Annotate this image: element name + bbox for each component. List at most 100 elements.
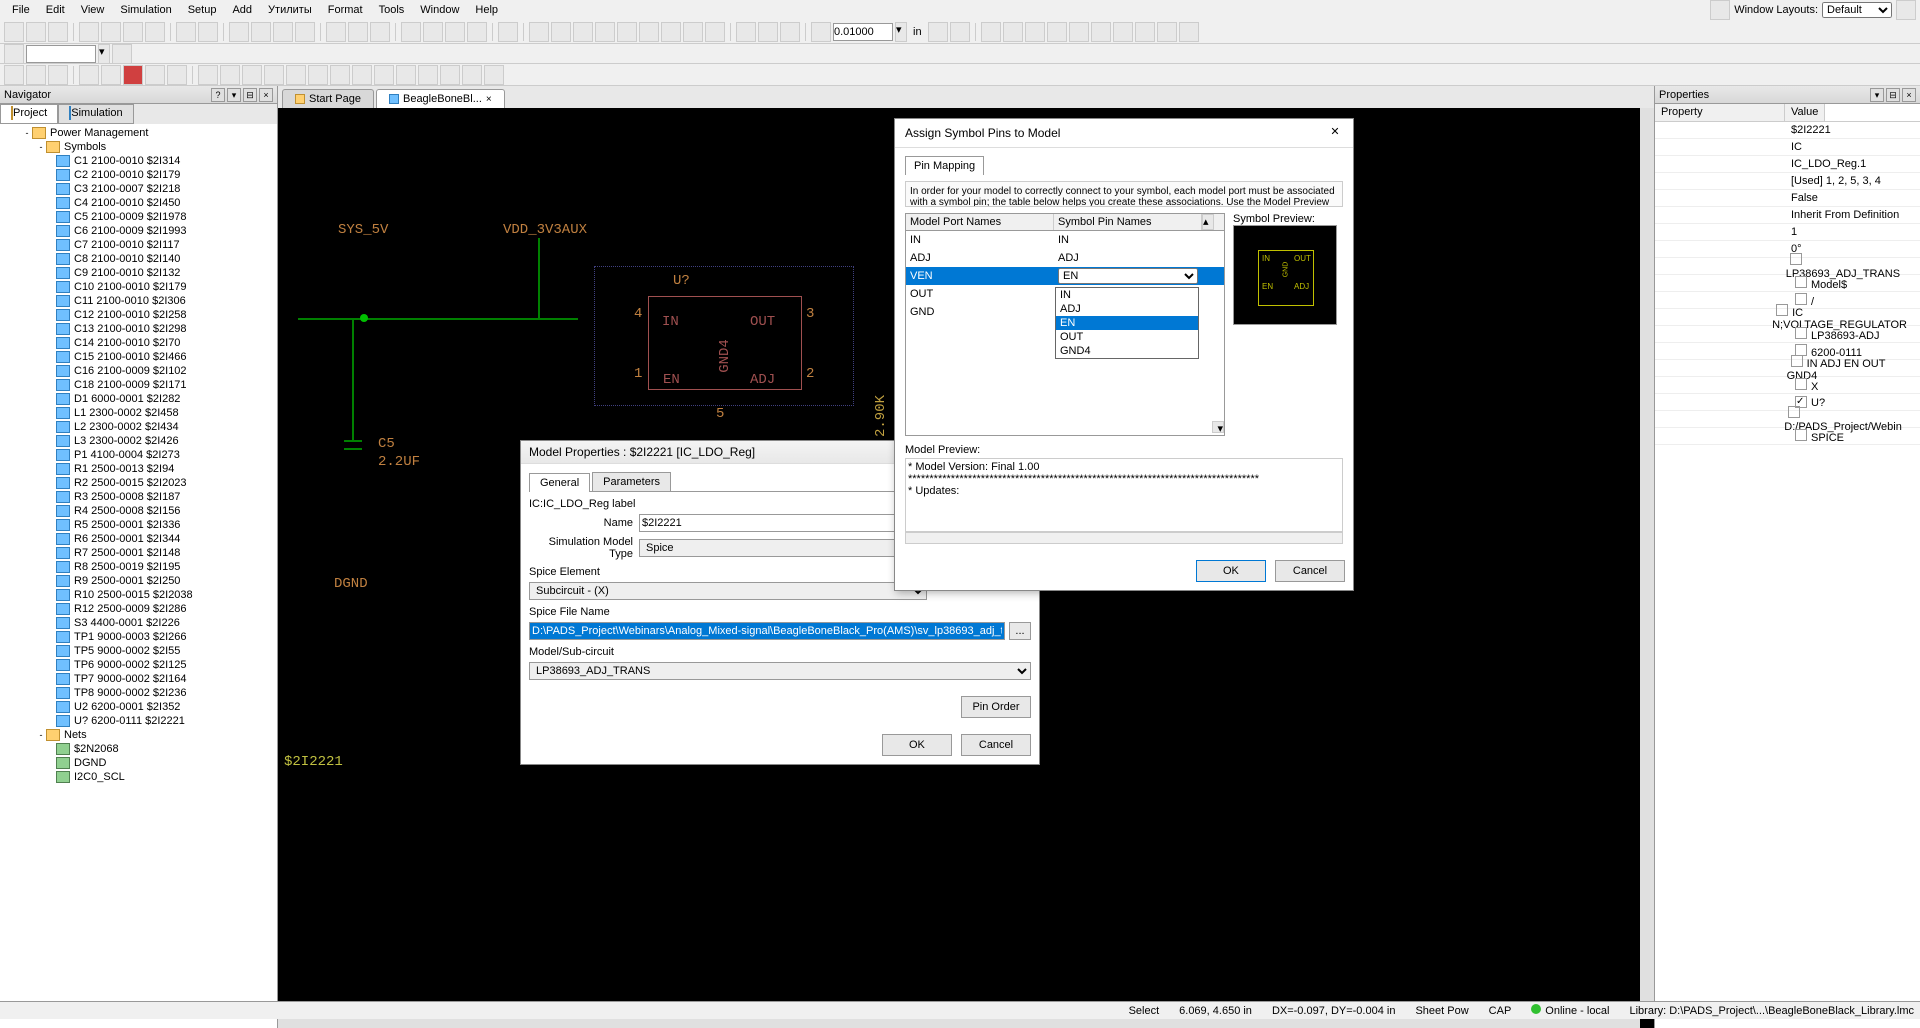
tree-item-32[interactable]: R12 2500-0009 $2I286 [72, 603, 189, 615]
tree-item-27[interactable]: R6 2500-0001 $2I344 [72, 533, 182, 545]
tree-item-29[interactable]: R8 2500-0019 $2I195 [72, 561, 182, 573]
tab-general[interactable]: General [529, 473, 590, 492]
tree-item-40[interactable]: U? 6200-0111 $2I2221 [72, 715, 187, 727]
tb-sim1[interactable] [529, 22, 549, 42]
tb-open[interactable] [26, 22, 46, 42]
tree-item-15[interactable]: C16 2100-0009 $2I102 [72, 365, 189, 377]
symbol-pin-dropdown[interactable]: INADJENOUTGND4 [1055, 287, 1199, 359]
tree-item-17[interactable]: D1 6000-0001 $2I282 [72, 393, 182, 405]
tab-start-page[interactable]: Start Page [282, 89, 374, 108]
tb-align4[interactable] [1047, 22, 1067, 42]
assign-pins-ok[interactable]: OK [1196, 560, 1266, 582]
tbd-circle[interactable] [242, 65, 262, 85]
tb-align1[interactable] [981, 22, 1001, 42]
dd-opt-1[interactable]: ADJ [1056, 302, 1198, 316]
prop-row-12[interactable]: LP38693-ADJ [1655, 326, 1920, 343]
tb-align6[interactable] [1091, 22, 1111, 42]
tree-item-23[interactable]: R2 2500-0015 $2I2023 [72, 477, 189, 489]
tree-item-12[interactable]: C13 2100-0010 $2I298 [72, 323, 189, 335]
menu-file[interactable]: File [4, 2, 38, 18]
prop-chk-17[interactable] [1788, 406, 1800, 418]
menu-simulation[interactable]: Simulation [112, 2, 179, 18]
tb-new[interactable] [4, 22, 24, 42]
prop-row-3[interactable]: [Used] 1, 2, 5, 3, 4 [1655, 173, 1920, 190]
tree-item-19[interactable]: L2 2300-0002 $2I434 [72, 421, 181, 433]
tb-grid-toggle[interactable] [811, 22, 831, 42]
tb-grid-a[interactable] [928, 22, 948, 42]
window-layouts-select[interactable]: Default [1822, 2, 1892, 18]
pin-table-scroll-down[interactable]: ▾ [1212, 421, 1224, 433]
prop-pin[interactable]: ⊟ [1886, 88, 1900, 102]
model-preview-hscroll[interactable] [905, 532, 1343, 544]
tb-grid-b[interactable] [950, 22, 970, 42]
tb-find[interactable] [229, 22, 249, 42]
tbd-stop[interactable] [123, 65, 143, 85]
pin-select-2[interactable]: EN [1058, 268, 1198, 284]
tree-item-21[interactable]: P1 4100-0004 $2I273 [72, 449, 182, 461]
tbd-4[interactable] [145, 65, 165, 85]
menu-help[interactable]: Help [467, 2, 506, 18]
tb-select[interactable] [498, 22, 518, 42]
tb-grid-dd[interactable]: ▾ [895, 22, 907, 42]
spice-elem-select[interactable]: Subcircuit - (X) [529, 582, 927, 600]
tb-sim8[interactable] [683, 22, 703, 42]
tb-align2[interactable] [1003, 22, 1023, 42]
tb-save[interactable] [48, 22, 68, 42]
tab-beaglebone[interactable]: BeagleBoneBl... × [376, 89, 505, 108]
nav-tab-simulation[interactable]: Simulation [58, 104, 133, 124]
tree-item-34[interactable]: TP1 9000-0003 $2I266 [72, 631, 189, 643]
tbd-8[interactable] [352, 65, 372, 85]
menu-view[interactable]: View [73, 2, 113, 18]
tbd-net[interactable] [79, 65, 99, 85]
tbd-6[interactable] [308, 65, 328, 85]
tbd-7[interactable] [330, 65, 350, 85]
nav-drop[interactable]: ▾ [227, 88, 241, 102]
tree-item-38[interactable]: TP8 9000-0002 $2I236 [72, 687, 189, 699]
tbd-line[interactable] [198, 65, 218, 85]
tb-layers[interactable] [370, 22, 390, 42]
tb-rot[interactable] [758, 22, 778, 42]
menu-add[interactable]: Add [224, 2, 260, 18]
tree-item-26[interactable]: R5 2500-0001 $2I336 [72, 519, 182, 531]
tb-copy[interactable] [123, 22, 143, 42]
tb2-dd[interactable]: ▾ [98, 44, 110, 64]
tree-item-31[interactable]: R10 2500-0015 $2I2038 [72, 589, 195, 601]
tb-align3[interactable] [1025, 22, 1045, 42]
col-model-port[interactable]: Model Port Names [906, 214, 1054, 230]
tree-item-0[interactable]: C1 2100-0010 $2I314 [72, 155, 182, 167]
prop-chk-8[interactable] [1790, 253, 1802, 265]
tree-net-0[interactable]: $2N2068 [72, 743, 121, 755]
spice-file-input[interactable] [529, 622, 1005, 640]
tb-align9[interactable] [1157, 22, 1177, 42]
tbd-11[interactable] [418, 65, 438, 85]
tb2-a[interactable] [4, 44, 24, 64]
tbd-5[interactable] [167, 65, 187, 85]
tree-item-16[interactable]: C18 2100-0009 $2I171 [72, 379, 189, 391]
tbd-arc[interactable] [220, 65, 240, 85]
pin-table-scroll-up[interactable]: ▴ [1202, 214, 1214, 230]
tb2-search[interactable] [26, 45, 96, 63]
tbd-1[interactable] [4, 65, 24, 85]
tree-item-7[interactable]: C8 2100-0010 $2I140 [72, 253, 182, 265]
tree-symbols[interactable]: Symbols [62, 141, 108, 153]
assign-pins-close[interactable]: ✕ [1327, 125, 1343, 141]
tree-item-25[interactable]: R4 2500-0008 $2I156 [72, 505, 182, 517]
tb-sim6[interactable] [639, 22, 659, 42]
pin-mapping-tab[interactable]: Pin Mapping [905, 156, 984, 175]
tb-cut[interactable] [101, 22, 121, 42]
tbd-2[interactable] [26, 65, 46, 85]
tree-item-5[interactable]: C6 2100-0009 $2I1993 [72, 225, 189, 237]
tbd-rect[interactable] [264, 65, 284, 85]
tb-comp3[interactable] [445, 22, 465, 42]
prop-row-4[interactable]: False [1655, 190, 1920, 207]
tree-item-2[interactable]: C3 2100-0007 $2I218 [72, 183, 182, 195]
tree-item-35[interactable]: TP5 9000-0002 $2I55 [72, 645, 182, 657]
tbd-10[interactable] [396, 65, 416, 85]
prop-close[interactable]: × [1902, 88, 1916, 102]
tb-comp2[interactable] [423, 22, 443, 42]
tab-parameters[interactable]: Parameters [592, 472, 671, 491]
tree-item-18[interactable]: L1 2300-0002 $2I458 [72, 407, 181, 419]
prop-row-14[interactable]: IN ADJ EN OUT GND4 [1655, 360, 1920, 377]
dd-opt-4[interactable]: GND4 [1056, 344, 1198, 358]
tbd-poly[interactable] [286, 65, 306, 85]
